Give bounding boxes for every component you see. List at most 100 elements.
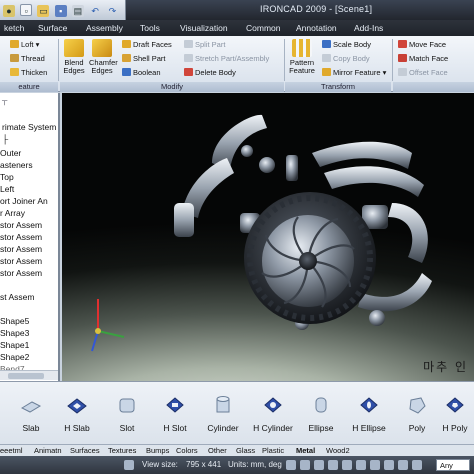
catalog-tab[interactable]: Plastic [262,446,284,456]
rotate-icon[interactable] [328,460,338,470]
face-group-label [393,82,474,92]
thread-button[interactable]: Thread [10,54,45,64]
stretch-part-icon [184,54,193,62]
print-icon[interactable]: ▤ [71,5,84,17]
tree-item[interactable]: st Assem [0,292,34,303]
tab-common[interactable]: Common [242,22,284,35]
catalog-tab[interactable]: Surfaces [70,446,100,456]
catalog-item-slot[interactable]: Slot [102,394,152,433]
zoom-icon[interactable] [356,460,366,470]
catalog-item-h-cylinder[interactable]: H Cylinder [248,394,298,433]
pan-icon[interactable] [342,460,352,470]
catalog-tab[interactable]: Textures [108,446,136,456]
catalog-tab-active[interactable]: Metal [296,446,315,456]
snap-icon[interactable] [286,460,296,470]
tree-item[interactable]: asteners [0,160,33,171]
undo-icon[interactable]: ↶ [89,5,101,17]
tab-sketch[interactable]: ketch [0,22,28,35]
3d-viewport[interactable]: 마추 인 [62,93,474,381]
stretch-part-button[interactable]: Stretch Part/Assembly [184,54,269,64]
tab-add-ins[interactable]: Add-Ins [350,22,387,35]
catalog-tab[interactable]: Animatn [34,446,62,456]
offset-face-button[interactable]: Offset Face [398,68,448,78]
tab-visualization[interactable]: Visualization [176,22,232,35]
view-size-label: View size: [142,460,178,469]
open-folder-icon[interactable]: ▭ [37,5,50,17]
render-icon[interactable] [384,460,394,470]
tree-item[interactable]: stor Assem [0,232,42,243]
catalog-item-slab[interactable]: Slab [6,394,56,433]
catalog-tab[interactable]: Bumps [146,446,169,456]
save-icon[interactable]: ▪ [54,5,67,17]
catalog-tab[interactable]: Wood2 [326,446,350,456]
tree-item[interactable]: Shape5 [0,316,29,327]
catalog-tab[interactable]: Other [208,446,227,456]
catalog-item-cylinder[interactable]: Cylinder [198,394,248,433]
redo-icon[interactable]: ↷ [106,5,118,17]
tab-tools[interactable]: Tools [136,22,164,35]
chamfer-edges-button[interactable]: Chamfer Edges [89,39,118,75]
fit-icon[interactable] [370,460,380,470]
tree-item[interactable]: stor Assem [0,268,42,279]
blend-edges-button[interactable]: Blend Edges [61,39,87,75]
catalog-item-h-poly[interactable]: H Poly [436,394,474,433]
exhaust-pipe [388,203,428,263]
new-file-icon[interactable]: ▫ [20,4,33,16]
loft-button[interactable]: Loft ▾ [10,40,39,50]
tree-item[interactable]: Left [0,184,14,195]
catalog-item-ellipse[interactable]: Ellipse [296,394,346,433]
transform-group-label: Transform [285,82,391,92]
tree-item[interactable]: Outer [0,148,21,159]
move-face-button[interactable]: Move Face [398,40,446,50]
copy-body-button[interactable]: Copy Body [322,54,370,64]
tree-item[interactable]: Top [0,172,14,183]
select-icon[interactable] [314,460,324,470]
tree-item[interactable]: Shape3 [0,328,29,339]
catalog-tab[interactable]: Glass [236,446,255,456]
view-icon[interactable] [124,460,134,470]
tree-item[interactable]: r Array [0,208,25,219]
app-menu-icon[interactable]: ● [3,5,15,17]
catalog-tab[interactable]: Colors [176,446,198,456]
h-slot-icon [166,397,184,413]
catalog-item-poly[interactable]: Poly [392,394,442,433]
tree-item[interactable]: stor Assem [0,256,42,267]
mirror-feature-button[interactable]: Mirror Feature ▾ [322,68,386,78]
camera-icon[interactable] [398,460,408,470]
pattern-feature-button[interactable]: Pattern Feature [287,39,317,75]
slot-icon [119,398,135,413]
catalog-item-h-slab[interactable]: H Slab [52,394,102,433]
selection-filter-select[interactable]: Any [436,459,470,471]
match-face-button[interactable]: Match Face [398,54,448,64]
light-icon[interactable] [412,460,422,470]
shell-part-button[interactable]: Shell Part [122,54,166,64]
tree-item[interactable]: stor Assem [0,220,42,231]
catalog-item-h-slot[interactable]: H Slot [150,394,200,433]
tree-header: ┬ [2,96,8,105]
draft-faces-button[interactable]: Draft Faces [122,40,172,50]
scrollbar-thumb[interactable] [8,373,44,379]
tree-horizontal-scrollbar[interactable] [0,370,58,380]
ribbon-separator [284,39,285,81]
tree-item[interactable]: rimate System [2,122,56,133]
cylinder-head [286,155,298,181]
tree-item[interactable]: stor Assem [0,244,42,255]
delete-body-button[interactable]: Delete Body [184,68,236,78]
catalog-item-h-ellipse[interactable]: H Ellipse [344,394,394,433]
copy-body-icon [322,54,331,62]
engine-model[interactable] [62,93,474,381]
tab-annotation[interactable]: Annotation [292,22,341,35]
tab-assembly[interactable]: Assembly [82,22,127,35]
draft-faces-icon [122,40,131,48]
tree-item[interactable]: ort Joiner An [0,196,48,207]
scale-body-button[interactable]: Scale Body [322,40,371,50]
tree-item[interactable]: Shape2 [0,352,29,363]
split-part-button[interactable]: Split Part [184,40,225,50]
tab-surface[interactable]: Surface [34,22,71,35]
catalog-tab[interactable]: eeetml [0,446,23,456]
grid-icon[interactable] [300,460,310,470]
boolean-button[interactable]: Boolean [122,68,161,78]
thicken-button[interactable]: Thicken [10,68,47,78]
tree-item[interactable]: Shape1 [0,340,29,351]
valve-part [369,310,385,326]
